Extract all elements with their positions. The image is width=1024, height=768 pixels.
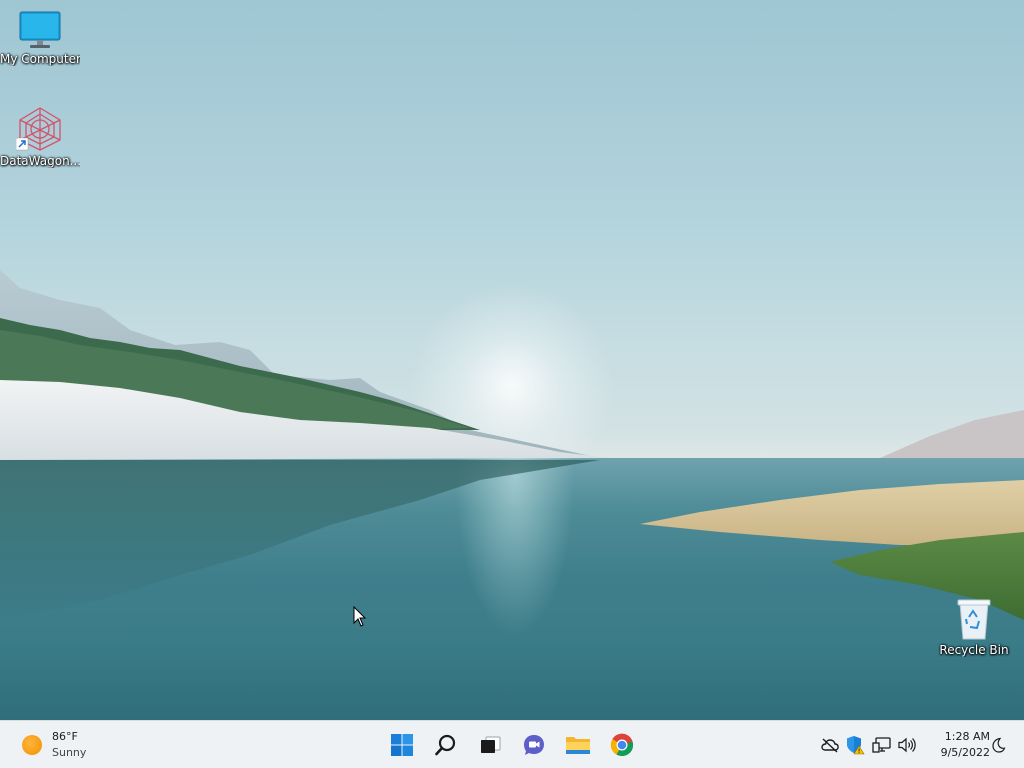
clock-date: 9/5/2022	[940, 746, 990, 759]
clock[interactable]: 1:28 AM 9/5/2022	[924, 729, 990, 761]
volume-button[interactable]	[897, 735, 917, 755]
desktop-icon-label: Recycle Bin	[939, 643, 1009, 657]
desktop-icon-label: My Computer	[0, 52, 80, 66]
taskbar: 86°F Sunny 1:28 AM 9/5/2022	[0, 720, 1024, 768]
security-warning-icon	[847, 736, 865, 755]
monitor-icon	[19, 11, 61, 48]
recycle-bin-icon	[957, 599, 991, 640]
wallpaper-landscape	[0, 270, 1024, 620]
volume-icon	[898, 737, 916, 753]
desktop-icon-datawagon[interactable]: DataWagon...	[0, 106, 80, 168]
notifications-button[interactable]	[988, 735, 1008, 755]
system-tray: 1:28 AM 9/5/2022	[0, 721, 1024, 768]
cloud-offline-icon	[821, 738, 839, 753]
desktop-icon-label: DataWagon...	[0, 154, 80, 168]
windows-security-button[interactable]	[845, 735, 865, 755]
desktop-icon-recycle-bin[interactable]: Recycle Bin	[934, 597, 1014, 657]
onedrive-button[interactable]	[820, 735, 840, 755]
datawagon-app-icon	[16, 107, 61, 151]
network-button[interactable]	[872, 735, 892, 755]
network-icon	[872, 737, 891, 753]
moon-icon	[992, 737, 1006, 753]
mouse-cursor-icon	[353, 606, 367, 627]
desktop[interactable]: My Computer DataWagon... Recycle Bin	[0, 0, 1024, 720]
clock-time: 1:28 AM	[944, 730, 990, 743]
desktop-icon-my-computer[interactable]: My Computer	[0, 10, 80, 66]
